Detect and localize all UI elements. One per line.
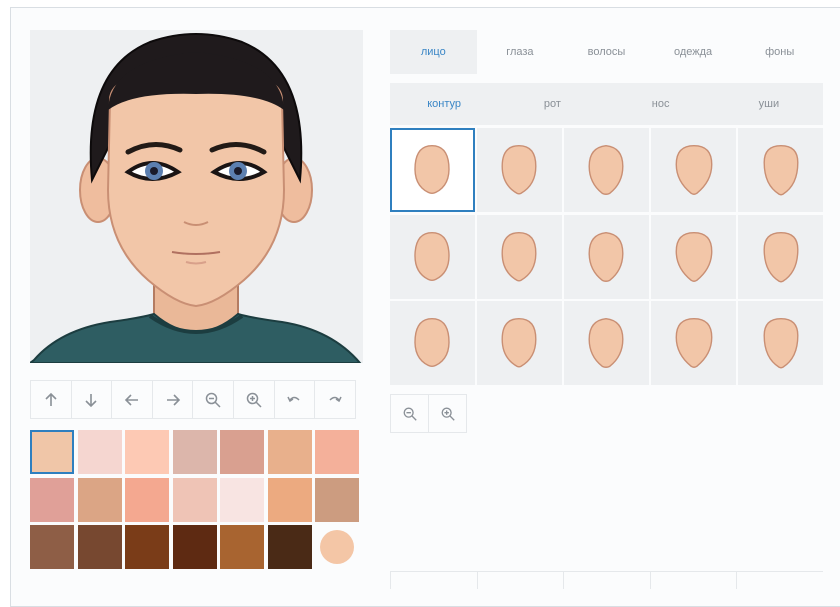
- face-shape-option[interactable]: [738, 214, 823, 299]
- skin-swatch[interactable]: [172, 430, 217, 474]
- face-outline-icon: [675, 318, 713, 368]
- face-shape-option[interactable]: [477, 301, 562, 385]
- redo-icon[interactable]: [314, 380, 356, 419]
- undo-icon[interactable]: [273, 380, 316, 419]
- zoom-out-icon[interactable]: [390, 394, 429, 433]
- skin-swatch[interactable]: [315, 477, 359, 522]
- skin-swatch[interactable]: [172, 477, 217, 522]
- skin-swatch[interactable]: [125, 525, 169, 569]
- skin-swatch[interactable]: [267, 477, 312, 522]
- tab-4[interactable]: фоны: [736, 30, 823, 74]
- face-outline-icon: [763, 231, 799, 282]
- bottom-strip-cell: [390, 572, 477, 589]
- skin-swatch[interactable]: [125, 477, 169, 522]
- tab-2[interactable]: волосы: [563, 30, 650, 74]
- tab-0[interactable]: лицо: [390, 30, 477, 74]
- skin-swatch[interactable]: [172, 525, 217, 569]
- bottom-strip-cell: [649, 572, 737, 589]
- subtab-1[interactable]: рот: [498, 83, 606, 125]
- bottom-strip-cell: [563, 572, 650, 589]
- skin-swatch[interactable]: [220, 430, 264, 474]
- face-shape-grid: [390, 128, 823, 385]
- face-outline-icon: [763, 318, 799, 369]
- skin-swatch[interactable]: [267, 430, 312, 474]
- zoom-in-icon[interactable]: [428, 394, 467, 433]
- face-shape-option[interactable]: [651, 301, 736, 385]
- face-shape-option[interactable]: [564, 301, 649, 385]
- custom-color-swatch[interactable]: [320, 530, 354, 564]
- face-outline-icon: [588, 231, 624, 282]
- face-shape-option[interactable]: [651, 214, 736, 299]
- face-shape-option[interactable]: [390, 128, 475, 212]
- skin-swatch[interactable]: [220, 477, 264, 522]
- face-outline-icon: [501, 318, 537, 368]
- avatar-image: [30, 33, 362, 363]
- face-shape-option[interactable]: [738, 301, 823, 385]
- subtab-3[interactable]: уши: [715, 83, 823, 125]
- skin-swatch[interactable]: [30, 525, 74, 569]
- face-outline-icon: [501, 145, 537, 195]
- face-outline-icon: [414, 318, 451, 368]
- bottom-strip-cell: [736, 572, 823, 589]
- skin-color-palette: [30, 430, 363, 573]
- grid-zoom-controls: [390, 394, 467, 433]
- face-outline-icon: [501, 231, 537, 281]
- face-shape-option[interactable]: [738, 128, 823, 212]
- face-outline-icon: [675, 231, 713, 282]
- transform-toolbar: [30, 380, 363, 419]
- skin-swatch[interactable]: [30, 430, 74, 474]
- skin-swatch[interactable]: [315, 525, 359, 569]
- skin-swatch[interactable]: [30, 477, 74, 522]
- subtab-0[interactable]: контур: [390, 83, 498, 125]
- subtab-2[interactable]: нос: [607, 83, 715, 125]
- skin-swatch[interactable]: [77, 477, 122, 522]
- zoom-out-icon[interactable]: [192, 380, 234, 419]
- face-outline-icon: [414, 145, 451, 195]
- face-shape-option[interactable]: [477, 128, 562, 212]
- face-outline-icon: [588, 318, 624, 368]
- face-shape-option[interactable]: [390, 214, 475, 299]
- face-shape-option[interactable]: [651, 128, 736, 212]
- face-shape-option[interactable]: [564, 214, 649, 299]
- face-shape-option[interactable]: [390, 301, 475, 385]
- face-outline-icon: [588, 145, 624, 195]
- arrow-right-icon[interactable]: [151, 380, 194, 419]
- arrow-down-icon[interactable]: [70, 380, 113, 419]
- skin-swatch[interactable]: [77, 430, 122, 474]
- skin-swatch[interactable]: [315, 430, 359, 474]
- bottom-strip-cell: [476, 572, 564, 589]
- face-shape-option[interactable]: [564, 128, 649, 212]
- arrow-left-icon[interactable]: [111, 380, 153, 419]
- skin-swatch[interactable]: [220, 525, 264, 569]
- skin-swatch[interactable]: [125, 430, 169, 474]
- face-outline-icon: [675, 145, 713, 195]
- face-outline-icon: [763, 145, 799, 196]
- face-outline-icon: [414, 231, 451, 281]
- avatar-preview: [30, 30, 363, 363]
- bottom-strip: [390, 571, 823, 589]
- zoom-in-icon[interactable]: [232, 380, 275, 419]
- tab-3[interactable]: одежда: [650, 30, 737, 74]
- category-tabs: лицо глаза волосы одежда фоны: [390, 30, 823, 74]
- face-subtabs: контур рот нос уши: [390, 83, 823, 125]
- tab-1[interactable]: глаза: [477, 30, 564, 74]
- face-shape-option[interactable]: [477, 214, 562, 299]
- skin-swatch[interactable]: [77, 525, 122, 569]
- skin-swatch[interactable]: [267, 525, 312, 569]
- arrow-up-icon[interactable]: [30, 380, 72, 419]
